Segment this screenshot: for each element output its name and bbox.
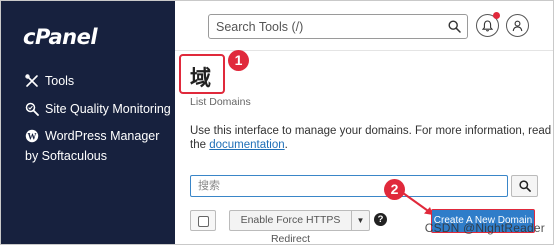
documentation-link[interactable]: documentation bbox=[209, 139, 284, 151]
annotation-marker-1: 1 bbox=[228, 50, 249, 71]
sidebar-item-tools[interactable]: Tools bbox=[25, 71, 173, 92]
description-suffix: . bbox=[284, 139, 288, 151]
sidebar-item-site-quality[interactable]: Site Quality Monitoring bbox=[25, 99, 173, 119]
select-all-checkbox[interactable] bbox=[190, 210, 216, 231]
wordpress-icon: W bbox=[25, 129, 39, 143]
force-https-dropdown-toggle[interactable]: ▼ bbox=[352, 210, 370, 231]
sidebar-nav: Tools Site Quality Monitoring W WordPres… bbox=[25, 71, 173, 173]
sidebar-item-label: Site Quality Monitoring bbox=[45, 102, 171, 116]
sidebar-item-label: WordPress Manager by Softaculous bbox=[25, 129, 160, 163]
sidebar: cPanel Tools Site Quality Monitoring W W… bbox=[1, 1, 175, 244]
domain-search-input[interactable] bbox=[191, 176, 507, 196]
sidebar-item-wordpress[interactable]: W WordPress Manager by Softaculous bbox=[25, 126, 173, 166]
svg-text:W: W bbox=[28, 131, 37, 141]
top-bar bbox=[175, 1, 553, 51]
search-icon[interactable] bbox=[448, 20, 461, 33]
search-icon bbox=[518, 180, 531, 192]
domain-search bbox=[190, 175, 508, 197]
user-menu-button[interactable] bbox=[506, 14, 529, 37]
search-tools-input[interactable] bbox=[209, 15, 467, 38]
page-description: Use this interface to manage your domain… bbox=[190, 124, 553, 152]
bell-icon bbox=[482, 19, 493, 31]
page-title: 域 bbox=[190, 66, 211, 90]
page-subtitle: List Domains bbox=[190, 96, 251, 108]
search-tools bbox=[208, 14, 468, 39]
tools-icon bbox=[25, 74, 38, 87]
site-quality-icon bbox=[25, 102, 39, 116]
sidebar-item-label: Tools bbox=[45, 74, 75, 88]
notifications-button[interactable] bbox=[476, 12, 500, 37]
screenshot-frame: cPanel Tools Site Quality Monitoring W W… bbox=[0, 0, 554, 245]
watermark: CSDN @NightReader bbox=[424, 221, 545, 235]
notification-badge bbox=[493, 12, 500, 19]
force-https-button[interactable]: Enable Force HTTPS Redirect bbox=[229, 210, 352, 244]
domain-search-button[interactable] bbox=[511, 175, 538, 197]
cpanel-logo[interactable]: cPanel bbox=[23, 25, 98, 49]
main-content: 域 1 List Domains Use this interface to m… bbox=[175, 1, 553, 244]
help-icon[interactable]: ? bbox=[374, 213, 387, 226]
user-icon bbox=[512, 20, 523, 31]
